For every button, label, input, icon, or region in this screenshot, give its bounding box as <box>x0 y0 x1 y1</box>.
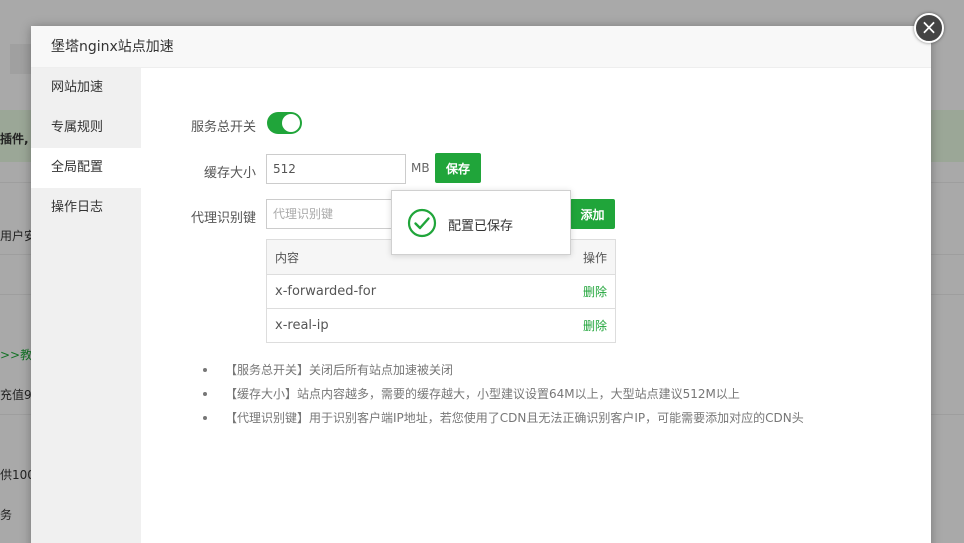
cache-unit-label: MB <box>411 161 430 175</box>
cache-size-label: 缓存大小 <box>203 166 256 181</box>
table-row: x-real-ip 删除 <box>267 308 615 342</box>
delete-button[interactable]: 删除 <box>583 283 607 300</box>
proxy-key-value: x-forwarded-for <box>275 284 377 299</box>
global-config-panel: 服务总开关 缓存大小 MB 保存 代理识别键 添加 内容 操作 x-forwar… <box>141 68 931 543</box>
check-circle-icon <box>407 208 437 238</box>
sidebar-item-operation-log[interactable]: 操作日志 <box>31 188 141 228</box>
toast-message: 配置已保存 <box>448 219 514 234</box>
help-tip: 【缓存大小】站点内容越多，需要的缓存越大，小型建议设置64M以上，大型站点建议5… <box>203 382 804 406</box>
sidebar-item-global-config[interactable]: 全局配置 <box>31 148 141 188</box>
cache-size-input[interactable] <box>266 154 406 184</box>
column-header-content: 内容 <box>275 250 300 265</box>
help-tip: 【代理识别键】用于识别客户端IP地址，若您使用了CDN且无法正确识别客户IP，可… <box>203 406 804 430</box>
proxy-key-label: 代理识别键 <box>190 211 256 226</box>
sidebar-item-custom-rules[interactable]: 专属规则 <box>31 108 141 148</box>
help-tip: 【服务总开关】关闭后所有站点加速被关闭 <box>203 358 804 382</box>
delete-button[interactable]: 删除 <box>583 317 607 334</box>
toggle-knob <box>282 114 300 132</box>
add-button[interactable]: 添加 <box>570 199 615 229</box>
proxy-key-value: x-real-ip <box>275 318 329 333</box>
close-icon[interactable]: × <box>914 13 944 43</box>
table-row: x-forwarded-for 删除 <box>267 274 615 308</box>
column-header-action: 操作 <box>582 250 607 265</box>
modal-sidebar: 网站加速 专属规则 全局配置 操作日志 <box>31 68 141 543</box>
save-button[interactable]: 保存 <box>435 153 481 183</box>
switch-label: 服务总开关 <box>190 120 256 135</box>
help-tips-list: 【服务总开关】关闭后所有站点加速被关闭 【缓存大小】站点内容越多，需要的缓存越大… <box>203 358 804 430</box>
sidebar-item-site-acceleration[interactable]: 网站加速 <box>31 68 141 108</box>
plugin-modal: 堡塔nginx站点加速 网站加速 专属规则 全局配置 操作日志 服务总开关 缓存… <box>31 26 931 543</box>
modal-title: 堡塔nginx站点加速 <box>31 26 931 68</box>
service-switch-toggle[interactable] <box>267 112 302 134</box>
success-toast: 配置已保存 <box>391 190 571 255</box>
